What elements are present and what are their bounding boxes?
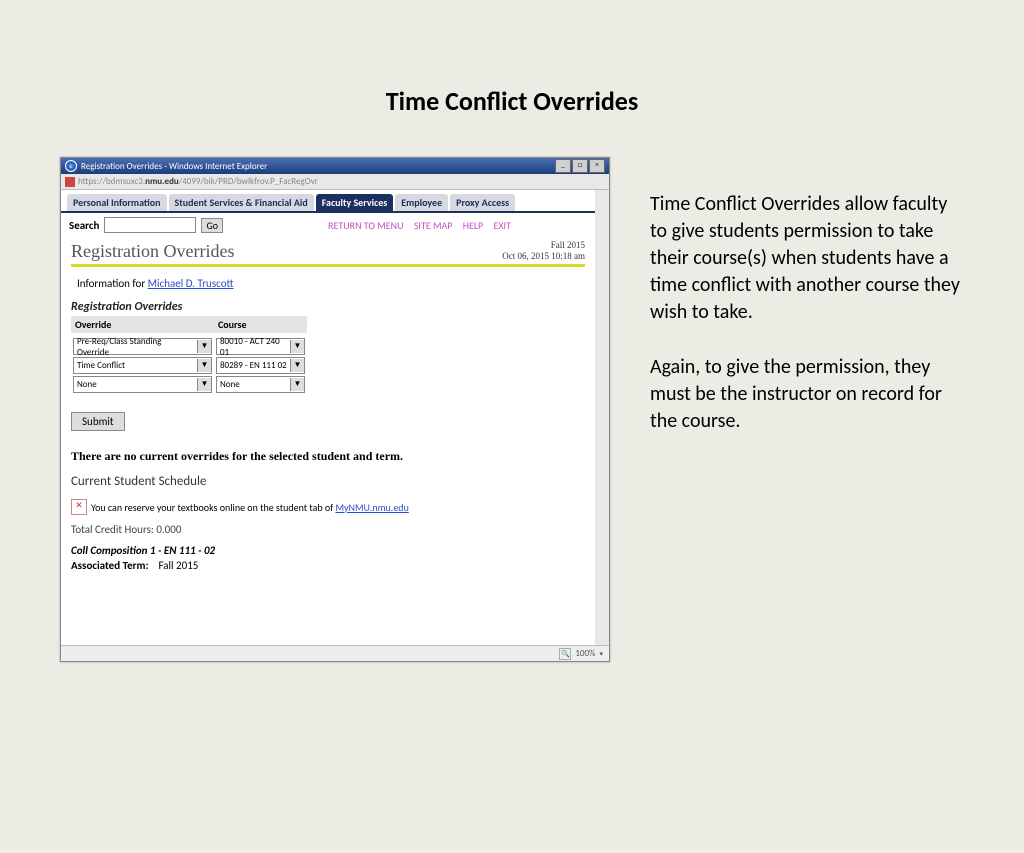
override-select-0[interactable]: Pre-Req/Class Standing Override▼: [73, 338, 212, 355]
tab-faculty-services[interactable]: Faculty Services: [316, 194, 394, 211]
course-select-1[interactable]: 80289 - EN 111 02▼: [216, 357, 305, 374]
term-label: Fall 2015: [502, 240, 585, 251]
submit-button[interactable]: Submit: [71, 412, 125, 431]
table-row: None▼ None▼: [71, 375, 307, 394]
schedule-heading: Current Student Schedule: [71, 474, 585, 489]
col-override: Override: [71, 316, 214, 333]
scroll-up[interactable]: [595, 190, 609, 204]
course-header: Coll Composition 1 - EN 111 - 02: [71, 544, 585, 557]
tab-student-services[interactable]: Student Services & Financial Aid: [169, 194, 314, 211]
link-site-map[interactable]: SITE MAP: [414, 219, 453, 232]
url-prefix: https://bdmsuxc3.: [78, 176, 145, 187]
url-suffix: /4099/bik/PRD/bwlkfrov.P_FacRegOvr: [179, 176, 318, 187]
col-course: Course: [214, 316, 307, 333]
timestamp: Oct 06, 2015 10:18 am: [502, 251, 585, 262]
chevron-down-icon: ▼: [290, 340, 304, 353]
paragraph-2: Again, to give the permission, they must…: [650, 354, 964, 435]
nav-tabs: Personal Information Student Services & …: [61, 190, 595, 213]
mynmu-link[interactable]: MyNMU.nmu.edu: [335, 501, 408, 514]
associated-term: Associated Term: Fall 2015: [71, 559, 585, 572]
page-heading: Registration Overrides: [71, 241, 234, 262]
top-links: RETURN TO MENU SITE MAP HELP EXIT: [328, 219, 519, 232]
credit-hours: Total Credit Hours: 0.000: [71, 523, 585, 536]
scroll-down[interactable]: [595, 631, 609, 645]
link-help[interactable]: HELP: [463, 219, 483, 232]
link-exit[interactable]: EXIT: [493, 219, 510, 232]
tab-proxy-access[interactable]: Proxy Access: [450, 194, 515, 211]
page-body: Personal Information Student Services & …: [61, 190, 609, 645]
no-overrides-msg: There are no current overrides for the s…: [71, 449, 585, 464]
override-select-1[interactable]: Time Conflict▼: [73, 357, 212, 374]
info-for: Information for Michael D. Truscott: [71, 275, 585, 292]
window-titlebar: e Registration Overrides - Windows Inter…: [61, 158, 609, 174]
maximize-button[interactable]: □: [572, 159, 588, 173]
course-select-2[interactable]: None▼: [216, 376, 305, 393]
override-select-2[interactable]: None▼: [73, 376, 212, 393]
overrides-header: Registration Overrides: [71, 300, 585, 314]
minimize-button[interactable]: _: [555, 159, 571, 173]
close-button[interactable]: ×: [589, 159, 605, 173]
browser-window: e Registration Overrides - Windows Inter…: [60, 157, 610, 662]
overrides-table: Override Course Pre-Req/Class Standing O…: [71, 316, 307, 395]
table-row: Time Conflict▼ 80289 - EN 111 02▼: [71, 356, 307, 375]
paragraph-1: Time Conflict Overrides allow faculty to…: [650, 191, 964, 326]
search-input[interactable]: [104, 217, 196, 233]
tab-employee[interactable]: Employee: [395, 194, 448, 211]
chevron-down-icon: ▼: [290, 359, 304, 372]
divider: [71, 264, 585, 267]
status-bar: 🔍 100% ▾: [61, 645, 609, 661]
window-title: Registration Overrides - Windows Interne…: [81, 161, 267, 172]
ie-icon: e: [65, 160, 77, 172]
chevron-down-icon: ▼: [197, 378, 211, 391]
slide-title: Time Conflict Overrides: [0, 85, 1024, 117]
student-link[interactable]: Michael D. Truscott: [148, 277, 234, 290]
chevron-down-icon: ▼: [197, 340, 211, 353]
link-return-menu[interactable]: RETURN TO MENU: [328, 219, 404, 232]
go-button[interactable]: Go: [201, 218, 223, 233]
search-label: Search: [69, 219, 99, 232]
table-row: Pre-Req/Class Standing Override▼ 80010 -…: [71, 333, 307, 357]
x-icon: ✕: [71, 499, 87, 515]
url-host: nmu.edu: [145, 176, 179, 187]
chevron-down-icon: ▼: [197, 359, 211, 372]
zoom-level: 100%: [575, 648, 595, 659]
address-bar[interactable]: https://bdmsuxc3.nmu.edu/4099/bik/PRD/bw…: [61, 174, 609, 190]
course-select-0[interactable]: 80010 - ACT 240 01▼: [216, 338, 305, 355]
window-controls: _ □ ×: [555, 159, 605, 173]
explanation-text: Time Conflict Overrides allow faculty to…: [650, 157, 964, 662]
page-meta: Fall 2015 Oct 06, 2015 10:18 am: [502, 240, 585, 262]
textbook-note: ✕ You can reserve your textbooks online …: [71, 499, 585, 515]
favicon-icon: [65, 177, 75, 187]
chevron-down-icon: ▼: [290, 378, 304, 391]
zoom-dropdown-icon[interactable]: ▾: [599, 649, 603, 658]
tab-personal[interactable]: Personal Information: [67, 194, 167, 211]
zoom-icon[interactable]: 🔍: [559, 648, 571, 660]
